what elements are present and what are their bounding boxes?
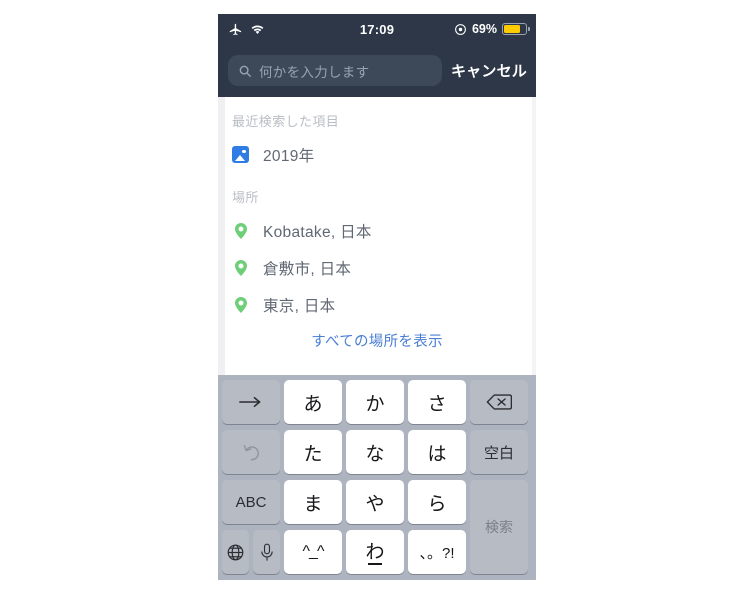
abc-key[interactable]: ABC <box>222 480 280 524</box>
list-item[interactable]: 東京, 日本 <box>218 286 536 323</box>
search-icon <box>238 64 252 78</box>
key-ha[interactable]: は <box>408 430 466 474</box>
search-input[interactable]: 何かを入力します <box>228 55 442 86</box>
key-ya[interactable]: や <box>346 480 404 524</box>
list-item[interactable]: 倉敷市, 日本 <box>218 249 536 286</box>
list-item-label: 2019年 <box>263 147 315 165</box>
map-pin-icon <box>232 259 249 276</box>
list-right-gutter <box>532 97 536 375</box>
japanese-kana-keyboard: あ か さ た な は 空白 ABC ま や ら 検索 ^_^ わ 、。?! <box>218 375 536 580</box>
list-left-gutter <box>218 97 225 375</box>
search-bar: 何かを入力します キャンセル <box>218 44 536 97</box>
emoticon-key[interactable]: ^_^ <box>284 530 342 574</box>
key-ma[interactable]: ま <box>284 480 342 524</box>
search-placeholder: 何かを入力します <box>259 64 370 80</box>
battery-percent-label: 69% <box>471 22 497 36</box>
key-na[interactable]: な <box>346 430 404 474</box>
undo-icon <box>242 443 261 462</box>
key-ra[interactable]: ら <box>408 480 466 524</box>
battery-fill <box>504 25 521 33</box>
list-item[interactable]: Kobatake, 日本 <box>218 212 536 249</box>
key-wa-underscore <box>368 563 382 565</box>
punctuation-key[interactable]: 、。?! <box>408 530 466 574</box>
space-key[interactable]: 空白 <box>470 430 528 474</box>
key-wa-label: わ <box>365 541 385 563</box>
cancel-button[interactable]: キャンセル <box>451 60 527 81</box>
search-results-list: 最近検索した項目 2019年 場所 Kobatake, 日本 倉敷市, 日本 東… <box>218 97 536 375</box>
battery-icon <box>502 23 530 35</box>
status-bar-right: 69% <box>454 14 530 44</box>
list-item-label: Kobatake, 日本 <box>263 223 372 241</box>
phone-screen: 17:09 69% 何かを入力します キャンセル 最近検索した項目 2019年 … <box>218 14 536 580</box>
list-item-label: 東京, 日本 <box>263 297 336 315</box>
undo-key[interactable] <box>222 430 280 474</box>
section-header-places: 場所 <box>232 190 259 205</box>
arrow-right-icon <box>239 395 263 409</box>
section-header-recent: 最近検索した項目 <box>232 114 340 129</box>
search-key[interactable]: 検索 <box>470 480 528 574</box>
globe-icon <box>226 543 245 562</box>
key-ka[interactable]: か <box>346 380 404 424</box>
backspace-icon <box>486 393 512 411</box>
dictation-key[interactable] <box>253 530 280 574</box>
key-a[interactable]: あ <box>284 380 342 424</box>
key-sa[interactable]: さ <box>408 380 466 424</box>
microphone-icon <box>259 543 275 562</box>
next-candidate-key[interactable] <box>222 380 280 424</box>
status-bar: 17:09 69% <box>218 14 536 44</box>
list-item-label: 倉敷市, 日本 <box>263 260 352 278</box>
map-pin-icon <box>232 222 249 239</box>
do-not-disturb-icon <box>454 23 467 36</box>
list-item[interactable]: 2019年 <box>218 136 536 173</box>
delete-key[interactable] <box>470 380 528 424</box>
globe-key[interactable] <box>222 530 249 574</box>
show-all-places-link[interactable]: すべての場所を表示 <box>218 323 536 351</box>
map-pin-icon <box>232 296 249 313</box>
key-wa[interactable]: わ <box>346 530 404 574</box>
photo-icon <box>232 146 249 163</box>
key-ta[interactable]: た <box>284 430 342 474</box>
